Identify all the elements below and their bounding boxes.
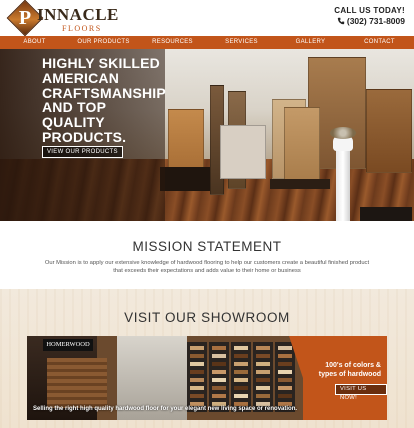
site-header: P INNACLE FLOORS CALL US TODAY! (302) 73… [0,0,414,37]
sample-rack [209,342,229,412]
view-products-button[interactable]: VIEW OUR PRODUCTS [42,146,123,158]
display-stand [160,167,210,191]
mission-section: MISSION STATEMENT Our Mission is to appl… [0,221,414,289]
showroom-title: VISIT OUR SHOWROOM [124,310,290,325]
nav-item-gallery[interactable]: GALLERY [276,36,345,49]
nav-item-resources[interactable]: RESOURCES [138,36,207,49]
nav-item-services[interactable]: SERVICES [207,36,276,49]
call-us-block: CALL US TODAY! (302) 731-8009 [334,6,405,26]
callout-text: 100's of colors & types of hardwood [318,362,381,378]
showroom-caption: Selling the right high quality hardwood … [33,406,298,412]
nav-item-our-products[interactable]: OUR PRODUCTS [69,36,138,49]
mission-text: Our Mission is to apply our extensive kn… [44,260,370,274]
phone-number: (302) 731-8009 [346,16,405,26]
mission-title: MISSION STATEMENT [132,239,282,254]
nav-item-about[interactable]: ABOUT [0,36,69,49]
main-nav: ABOUT OUR PRODUCTS RESOURCES SERVICES GA… [0,36,414,49]
pedestal-column [336,149,350,221]
wood-panel-display [366,89,412,173]
logo-wordmark: INNACLE [37,5,119,24]
pinnacle-floors-logo[interactable]: P INNACLE FLOORS [6,0,122,37]
phone-icon [337,17,345,25]
nav-item-contact[interactable]: CONTACT [345,36,414,49]
logo-subtitle: FLOORS [62,24,102,33]
bench [360,207,412,221]
flooring-samples [47,358,107,408]
page: P INNACLE FLOORS CALL US TODAY! (302) 73… [0,0,414,428]
homerwood-sign: HOMERWOOD [43,339,93,351]
flower-arrangement [330,127,356,139]
hero-headline: HIGHLY SKILLED AMERICAN CRAFTSMANSHIP AN… [42,55,166,145]
logo-letter: P [18,6,32,29]
phone-number-link[interactable]: (302) 731-8009 [334,16,405,26]
wood-panel-display [284,107,320,189]
sample-rack [253,342,273,412]
showroom-banner[interactable]: HOMERWOOD 100's of colors & types of har… [27,336,387,420]
sample-rack [231,342,251,412]
showroom-section: VISIT OUR SHOWROOM HOMERWOOD 100's of co… [0,289,414,428]
display-stand [270,179,330,189]
wood-panel-display [220,125,266,179]
visit-us-button[interactable]: VISIT US NOW! [335,384,387,401]
sample-rack [187,342,207,412]
call-us-title: CALL US TODAY! [334,6,405,15]
hero-slider: HIGHLY SKILLED AMERICAN CRAFTSMANSHIP AN… [0,49,414,221]
